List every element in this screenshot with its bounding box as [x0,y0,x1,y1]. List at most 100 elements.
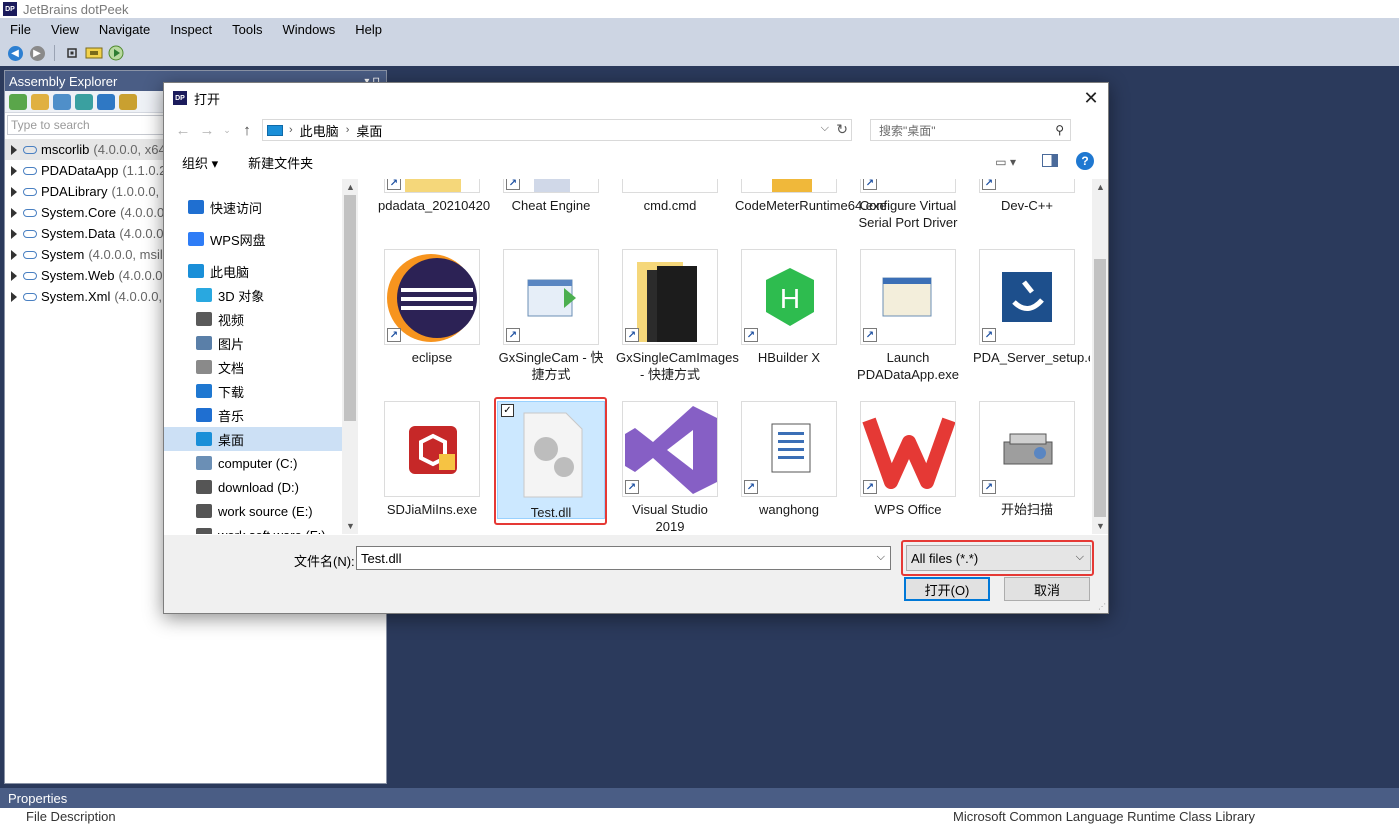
nav-item[interactable]: computer (C:) [164,451,342,475]
file-item[interactable]: ↗ pdadata_20210420 [378,179,490,214]
dialog-search-input[interactable]: 搜索"桌面" ⚲ [870,119,1071,141]
nav-item-label: work soft ware (F:) [218,528,326,535]
file-item[interactable]: ↗ PDA_Server_setup.exe [973,249,1090,366]
scroll-down-icon[interactable]: ▼ [1096,521,1105,531]
nav-item[interactable]: download (D:) [164,475,342,499]
refresh-icon[interactable]: ↻ [836,121,848,138]
nav-item[interactable]: 文档 [164,355,342,379]
assembly-list-icon[interactable] [119,93,137,110]
chevron-down-icon[interactable]: ⌵ [877,551,885,564]
file-item[interactable]: ↗ Configure Virtual Serial Port Driver [854,179,962,231]
find-usages-button[interactable] [85,44,103,62]
expand-triangle-icon[interactable] [11,144,17,155]
file-item[interactable]: ↗ Dev-C++ [973,179,1081,214]
nav-item[interactable]: 桌面 [164,427,342,451]
resize-grip-icon[interactable]: ⋰ [1098,602,1106,611]
open-assembly-icon[interactable] [9,93,27,110]
assembly-name: PDALibrary [41,184,108,199]
scroll-up-icon[interactable]: ▲ [346,182,355,192]
file-thumbnail: ↗ [860,249,956,345]
assembly-name: System.Web [41,268,115,283]
file-item[interactable]: ↗ Launch PDADataApp.exe [854,249,962,383]
chevron-down-icon[interactable]: ⌵ [821,122,829,135]
picture-icon [196,336,212,350]
expand-triangle-icon[interactable] [11,228,17,239]
recent-chevron-down-icon[interactable]: ⌄ [222,125,232,136]
settings-button[interactable] [63,44,81,62]
open-nuget-icon[interactable] [75,93,93,110]
nav-item[interactable]: 视频 [164,307,342,331]
open-button[interactable]: 打开(O) [904,577,990,601]
expand-triangle-icon[interactable] [11,291,17,302]
breadcrumb-this-pc[interactable]: 此电脑 [300,121,339,140]
file-item[interactable]: H ↗ HBuilder X [735,249,843,366]
expand-triangle-icon[interactable] [11,165,17,176]
shortcut-arrow-icon: ↗ [625,328,639,342]
up-arrow-icon[interactable]: ↑ [238,122,256,139]
file-item[interactable]: ↗ GxSingleCam - 快捷方式 [497,249,605,383]
menu-navigate[interactable]: Navigate [89,22,160,37]
nav-item[interactable]: work source (E:) [164,499,342,523]
nav-item[interactable]: 音乐 [164,403,342,427]
file-item[interactable]: SDJiaMiIns.exe [378,401,486,518]
back-button[interactable]: ◀ [6,44,24,62]
open-folder-icon[interactable] [31,93,49,110]
dialog-titlebar: DP 打开 [164,83,1108,113]
breadcrumb-desktop[interactable]: 桌面 [356,121,382,140]
preview-pane-icon[interactable] [1042,154,1058,167]
file-thumbnail: ↗ [979,249,1075,345]
nav-item[interactable]: work soft ware (F:) [164,523,342,534]
menu-view[interactable]: View [41,22,89,37]
menu-windows[interactable]: Windows [273,22,346,37]
nav-item[interactable]: 下载 [164,379,342,403]
assembly-name: mscorlib [41,142,90,157]
file-name: CodeMeterRuntime64.exe [735,198,887,213]
forward-button[interactable]: ▶ [28,44,46,62]
main-toolbar: ◀ ▶ [0,40,1399,66]
desktop-icon [196,432,212,446]
scroll-down-icon[interactable]: ▼ [346,521,355,531]
file-item[interactable]: ↗ 开始扫描 [973,401,1081,518]
nav-item[interactable]: 图片 [164,331,342,355]
file-item[interactable]: ↗ GxSingleCamImages - 快捷方式 [616,249,739,383]
nav-item[interactable]: 3D 对象 [164,283,342,307]
menu-inspect[interactable]: Inspect [160,22,222,37]
cube-icon [196,288,212,302]
menu-tools[interactable]: Tools [222,22,272,37]
run-button[interactable] [107,44,125,62]
help-icon[interactable]: ? [1076,152,1094,170]
nav-item-label: WPS网盘 [210,232,266,248]
expand-triangle-icon[interactable] [11,270,17,281]
cancel-button[interactable]: 取消 [1004,577,1090,601]
dialog-close-button[interactable]: ✕ [1080,87,1102,109]
menu-help[interactable]: Help [345,22,392,37]
file-item[interactable]: ↗ Visual Studio 2019 [616,401,724,534]
file-item[interactable]: CodeMeterRuntime64.exe [735,179,887,214]
nav-item[interactable]: 此电脑 [164,259,342,283]
nav-item[interactable]: 快速访问 [164,195,342,219]
back-arrow-icon[interactable]: ← [174,122,192,139]
file-item[interactable]: ↗ Cheat Engine [497,179,605,214]
address-bar[interactable]: › 此电脑 › 桌面 ⌵ ↻ [262,119,852,141]
expand-triangle-icon[interactable] [11,249,17,260]
new-folder-button[interactable]: 新建文件夹 [248,153,313,172]
file-scrollbar-thumb[interactable] [1094,259,1106,517]
organize-button[interactable]: 组织 ▾ [182,153,218,172]
nav-scrollbar-thumb[interactable] [344,195,356,421]
expand-triangle-icon[interactable] [11,207,17,218]
nav-item[interactable]: WPS网盘 [164,227,342,251]
file-item[interactable]: ↗ WPS Office [854,401,962,518]
file-item[interactable]: ↗ eclipse [378,249,486,366]
expand-triangle-icon[interactable] [11,186,17,197]
filename-input[interactable]: Test.dll ⌵ [356,546,891,570]
forward-arrow-icon[interactable]: → [198,122,216,139]
explore-process-icon[interactable] [97,93,115,110]
file-name: eclipse [411,350,453,365]
open-gac-icon[interactable] [53,93,71,110]
menu-file[interactable]: File [0,22,41,37]
view-options-icon[interactable]: ▭ ▾ [995,155,1016,169]
file-item[interactable]: ↗ wanghong [735,401,843,518]
file-item[interactable]: cmd.cmd [616,179,724,214]
file-list: ↗ pdadata_20210420 ↗ Cheat Engine cmd.cmd Cod… [360,179,1090,534]
scroll-up-icon[interactable]: ▲ [1096,182,1105,192]
